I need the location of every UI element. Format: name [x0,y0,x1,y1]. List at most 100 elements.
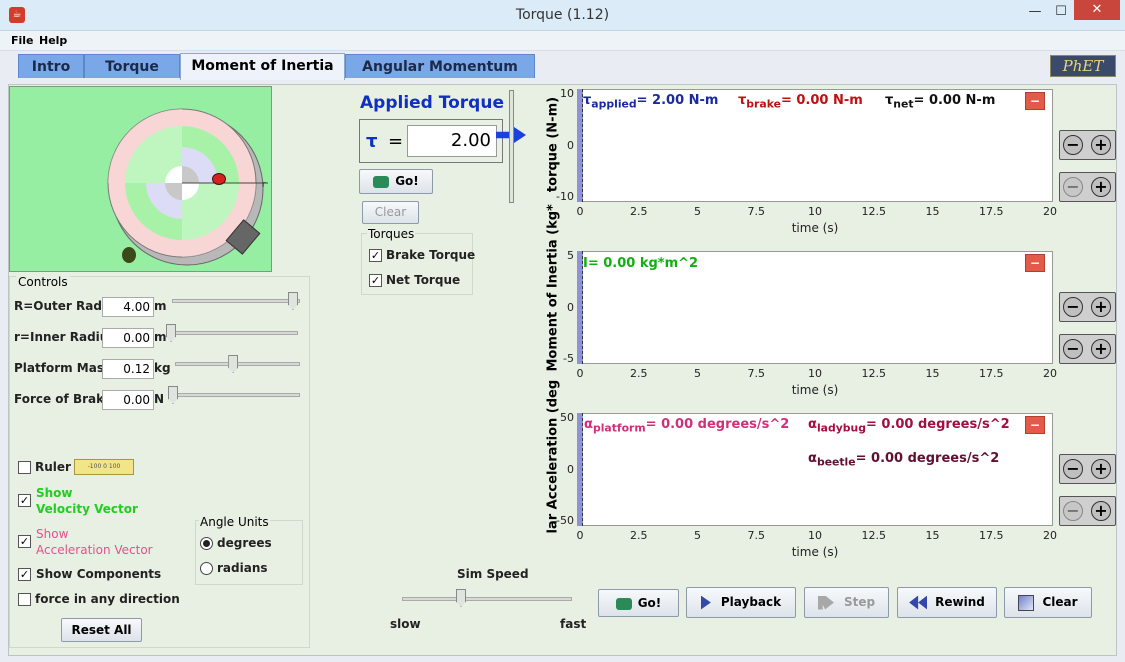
remove-chart-icon[interactable]: − [1025,254,1045,272]
chart-y-tick: 0 [567,462,574,476]
chart-x-axis-label: time (s) [791,221,839,235]
playback-label: Playback [720,595,782,609]
zoom-out-icon[interactable]: − [1063,459,1083,479]
menu-file[interactable]: File [11,34,34,47]
applied-clear-button[interactable]: Clear [362,201,419,224]
legend-symbol: α [584,417,593,432]
degrees-radio[interactable] [200,537,213,550]
chart-x-tick: 15 [925,367,940,380]
beetle-icon[interactable] [122,247,136,263]
chart-x-tick: 20 [1043,529,1057,542]
playback-button[interactable]: Playback [686,587,796,618]
angle-units-group [195,520,303,585]
zoom-out-icon[interactable]: − [1063,297,1083,317]
bottom-go-label: Go! [637,596,662,610]
chart-y-tick: 5 [567,249,574,262]
time-cursor[interactable] [577,413,583,526]
remove-chart-icon[interactable]: − [1025,416,1045,434]
chart-x-tick: 0 [576,529,584,542]
maximize-button[interactable]: ☐ [1048,0,1074,24]
legend-value: = 0.00 N-m [780,93,863,108]
menu-help[interactable]: Help [39,34,67,47]
clear-button[interactable]: Clear [1004,587,1092,618]
show-acceleration-checkbox[interactable]: ✓ [18,535,31,548]
step-button[interactable]: Step [804,587,889,618]
force-of-brake-slider[interactable] [170,393,300,397]
tau-symbol: τ [366,131,378,152]
tab-angular-momentum[interactable]: Angular Momentum [345,54,535,78]
step-label: Step [843,595,876,609]
clear-icon [1018,594,1035,611]
ladybug-icon[interactable] [212,173,226,185]
tab-torque[interactable]: Torque [84,54,180,78]
ruler-checkbox[interactable] [18,461,31,474]
zoom-in-icon[interactable]: + [1091,501,1111,521]
chart-x-tick: 0 [576,205,584,218]
zoom-out-icon[interactable]: − [1063,135,1083,155]
legend-value: = 0.00 degrees/s^2 [865,417,1010,432]
brake-torque-checkbox[interactable]: ✓ [369,249,382,262]
reset-all-button[interactable]: Reset All [61,618,142,642]
zoom-out-icon[interactable]: − [1063,501,1083,521]
chart-x-tick: 7.5 [747,367,766,380]
radians-label: radians [217,561,268,575]
chart-x-tick: 12.5 [861,529,887,542]
zoom-out-icon[interactable]: − [1063,339,1083,359]
radians-radio[interactable] [200,562,213,575]
show-components-label: Show Components [36,567,162,581]
chart-x-tick: 10 [808,367,822,380]
zoom-in-icon[interactable]: + [1091,177,1111,197]
chart-x-tick: 10 [808,205,822,218]
legend-value: = 0.00 degrees/s^2 [855,451,1000,466]
chart-x-tick: 17.5 [979,367,1004,380]
applied-torque-field[interactable]: 2.00 [407,125,497,157]
chart-x-tick: 5 [694,529,701,542]
net-torque-checkbox[interactable]: ✓ [369,274,382,287]
chart-x-tick: 12.5 [861,367,887,380]
close-button[interactable]: ✕ [1074,0,1120,20]
zoom-in-icon[interactable]: + [1091,339,1111,359]
tab-intro[interactable]: Intro [18,54,84,78]
phet-logo[interactable]: PhET [1050,55,1116,77]
zoom-in-icon[interactable]: + [1091,459,1111,479]
legend-subscript: applied [591,97,637,111]
zoom-in-icon[interactable]: + [1091,297,1111,317]
play-area[interactable]: r [9,86,272,272]
outer-radius-field[interactable]: 4.00 [102,297,154,317]
chart-x-tick: 2.5 [630,367,648,380]
legend-subscript: brake [746,97,781,111]
sim-speed-slider[interactable] [402,597,572,601]
zoom-in-icon[interactable]: + [1091,135,1111,155]
show-velocity-checkbox[interactable]: ✓ [18,494,31,507]
rewind-button[interactable]: Rewind [897,587,997,618]
remove-chart-icon[interactable]: − [1025,92,1045,110]
minimize-button[interactable]: — [1022,0,1048,24]
platform-mass-field[interactable]: 0.12 [102,359,154,379]
tau-brake-readout: τbrake= 0.00 N-m [738,93,863,111]
bottom-go-button[interactable]: Go! [598,589,679,617]
tau-applied-readout: τapplied= 2.00 N-m [583,93,718,111]
chart-x-tick: 20 [1043,367,1057,380]
outer-radius-slider[interactable] [172,299,300,303]
force-any-direction-checkbox[interactable] [18,593,31,606]
chart-y-tick: -5 [563,352,574,365]
go-light-icon [615,597,632,610]
tab-moment-of-inertia[interactable]: Moment of Inertia [180,53,345,80]
show-components-checkbox[interactable]: ✓ [18,568,31,581]
inner-radius-field[interactable]: 0.00 [102,328,154,348]
applied-go-button[interactable]: Go! [359,169,433,194]
inner-radius-slider[interactable] [168,331,298,335]
net-torque-label: Net Torque [386,273,461,287]
window-title: Torque (1.12) [515,7,610,23]
chart-x-tick: 17.5 [979,205,1004,218]
legend-subscript: beetle [816,455,856,469]
alpha-platform-readout: αplatform= 0.00 degrees/s^2 [584,417,789,435]
show-velocity-label-2: Velocity Vector [36,502,138,516]
zoom-out-icon[interactable]: − [1063,177,1083,197]
chart-y-tick: 50 [560,411,574,424]
degrees-label: degrees [217,536,272,550]
force-of-brake-field[interactable]: 0.00 [102,390,154,410]
equals-sign: = [388,131,404,152]
outer-radius-unit: m [154,299,167,313]
sim-speed-fast: fast [560,617,587,631]
